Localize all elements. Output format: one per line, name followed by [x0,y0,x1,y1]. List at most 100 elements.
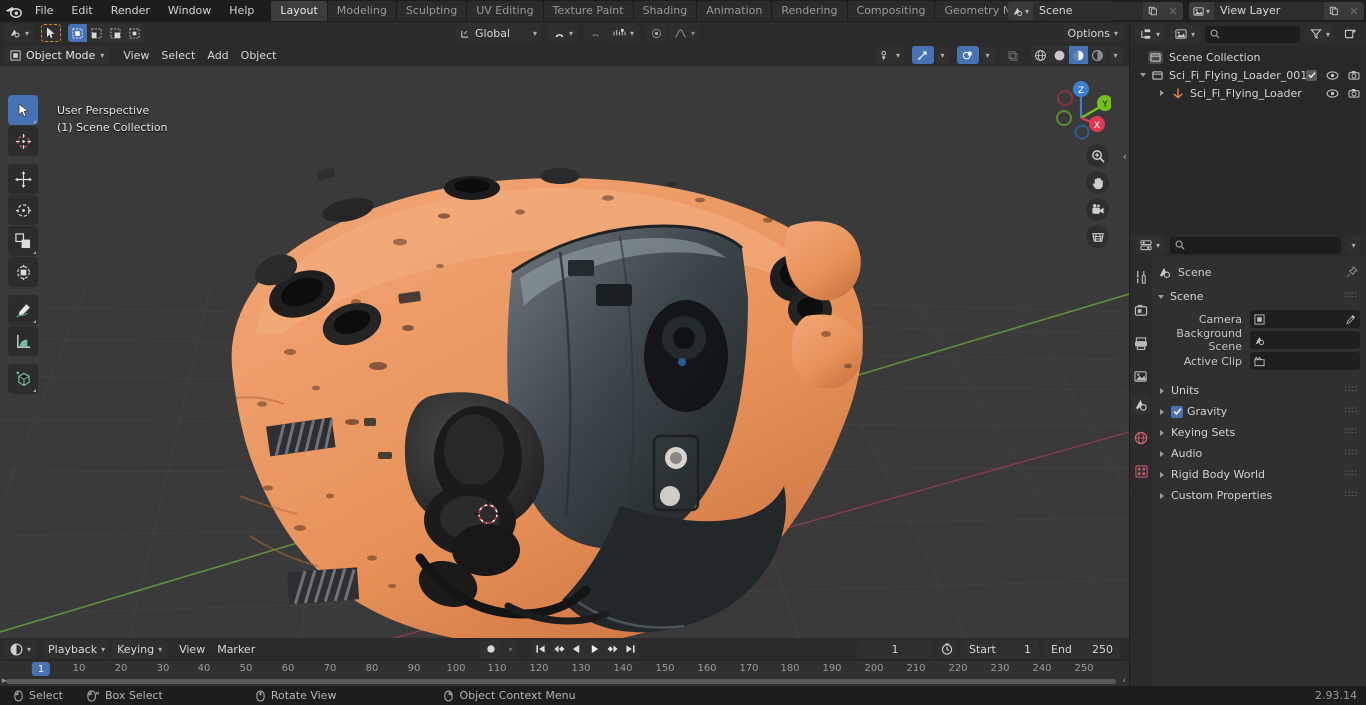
view-layer-selector[interactable]: ▾ View Layer ✕ [1188,2,1364,20]
view-layer-icon[interactable]: ▾ [1188,2,1214,20]
snap-magnet-button[interactable]: ▾ [549,24,579,42]
invert-select-icon[interactable] [125,24,145,42]
unlink-scene-icon[interactable]: ✕ [1162,2,1183,20]
properties-menu-button[interactable]: ▾ [1346,236,1361,254]
outliner-row-scene-collection[interactable]: Scene Collection [1130,48,1366,66]
world-globe-icon[interactable] [1132,429,1150,447]
filter-funnel-icon[interactable]: ▾ [1304,25,1335,43]
eye-icon[interactable] [1326,70,1339,80]
scroll-right-arrow[interactable]: ‹ [1122,676,1126,686]
viewport-menu-view[interactable]: View [117,46,155,64]
prev-keyframe-icon[interactable] [550,640,567,658]
transform-tool[interactable] [8,257,38,287]
pin-icon[interactable] [1346,266,1358,278]
view-layer-images-icon[interactable] [1132,367,1150,385]
annotate-tool[interactable] [8,295,38,325]
object-visibility-icon[interactable]: ▾ [874,46,905,64]
chevron-right-icon[interactable] [1160,90,1164,96]
tab-uv-editing[interactable]: UV Editing [467,1,543,21]
tab-animation[interactable]: Animation [697,1,772,21]
editor-type-selector[interactable]: ▾ [4,24,35,42]
add-cube-tool[interactable] [8,364,38,394]
new-collection-icon[interactable] [1340,25,1361,43]
tweak-select-icon[interactable] [41,24,62,42]
set-select-icon[interactable] [68,24,88,42]
subtract-select-icon[interactable] [106,24,126,42]
scene-panel-header[interactable]: Scene ∷∷ [1158,286,1360,307]
current-frame-field[interactable]: 1 [857,640,933,658]
timeline-scrollbar[interactable]: ▸ ‹ [0,676,1129,686]
object-mode-selector[interactable]: Object Mode ▾ [4,46,111,64]
proportional-falloff-icon[interactable]: ▾ [669,24,701,42]
toggle-perspective-icon[interactable] [1086,225,1109,248]
scale-tool[interactable] [8,226,38,256]
eyedropper-icon[interactable] [1345,314,1356,325]
chevron-down-icon[interactable] [1158,294,1164,299]
rendered-shading-icon[interactable] [1088,46,1107,64]
timeline-menu-view[interactable]: View [173,640,211,658]
panel-keying-sets[interactable]: Keying Sets ∷∷ [1158,422,1360,443]
chevron-down-icon[interactable] [1140,73,1146,77]
outliner-display-icon[interactable]: ▾ [1135,25,1166,43]
background-scene-field[interactable] [1250,331,1360,349]
outliner-search-input[interactable] [1205,25,1300,43]
menu-render[interactable]: Render [102,2,159,20]
material-preview-icon[interactable] [1069,46,1088,64]
timeline-menu-playback[interactable]: Playback ▾ [43,640,111,658]
duplicate-view-layer-icon[interactable] [1324,2,1344,20]
texture-checker-icon[interactable] [1132,462,1150,480]
viewport-menu-select[interactable]: Select [155,46,201,64]
camera-render-icon[interactable] [1348,88,1360,98]
menu-window[interactable]: Window [159,2,220,20]
snap-increment-icon[interactable]: ▾ [608,24,640,42]
panel-gravity[interactable]: Gravity ∷∷ [1158,401,1360,422]
viewport-menu-add[interactable]: Add [201,46,234,64]
play-icon[interactable] [586,640,603,658]
panel-audio[interactable]: Audio ∷∷ [1158,443,1360,464]
transform-orientation-selector[interactable]: Global ▾ [455,24,543,42]
play-reverse-icon[interactable] [568,640,585,658]
outliner-row-collection-001[interactable]: Sci_Fi_Flying_Loader_001 [1130,66,1366,84]
output-printer-icon[interactable] [1132,334,1150,352]
navigation-gizmo[interactable]: Z Y X [1043,74,1111,142]
overlays-icon[interactable] [957,46,979,64]
scene-name[interactable]: Scene [1032,2,1143,20]
tab-rendering[interactable]: Rendering [772,1,847,21]
cursor-tool[interactable] [8,126,38,156]
chevron-right-icon[interactable] [1160,450,1164,457]
end-frame-field[interactable]: End 250 [1043,640,1121,658]
jump-start-icon[interactable] [532,640,549,658]
scene-selector[interactable]: ▾ Scene ✕ [1007,2,1183,20]
chevron-right-icon[interactable] [1160,387,1164,394]
pan-hand-icon[interactable] [1086,171,1109,194]
remove-view-layer-icon[interactable]: ✕ [1344,2,1364,20]
viewport-menu-object[interactable]: Object [235,46,283,64]
menu-file[interactable]: File [26,2,62,20]
start-frame-field[interactable]: Start 1 [961,640,1039,658]
outliner-filter-scene-icon[interactable]: ▾ [1170,25,1201,43]
pivot-point-selector[interactable] [646,24,668,42]
collection-checkbox[interactable] [1306,69,1317,81]
menu-edit[interactable]: Edit [62,2,101,20]
clock-icon[interactable] [937,640,957,658]
gizmo-icon[interactable] [912,46,934,64]
viewport-options-button[interactable]: Options ▾ [1062,24,1123,42]
move-tool[interactable] [8,164,38,194]
view-layer-name[interactable]: View Layer [1214,2,1324,20]
gravity-checkbox[interactable] [1171,405,1183,418]
viewport-canvas[interactable]: User Perspective (1) Scene Collection Z … [0,66,1129,660]
panel-custom-properties[interactable]: Custom Properties ∷∷ [1158,485,1360,506]
timeline-menu-marker[interactable]: Marker [211,640,261,658]
scene-cone-icon[interactable] [1132,396,1150,414]
scene-icon[interactable]: ▾ [1007,2,1033,20]
snap-target-selector[interactable] [585,24,607,42]
camera-view-icon[interactable] [1086,198,1109,221]
overlays-dropdown[interactable]: ▾ [980,46,995,64]
jump-end-icon[interactable] [622,640,639,658]
measure-tool[interactable] [8,326,38,356]
active-clip-field[interactable] [1250,352,1360,370]
tab-layout[interactable]: Layout [271,1,327,21]
panel-units[interactable]: Units ∷∷ [1158,380,1360,401]
camera-render-icon[interactable] [1348,70,1360,80]
render-camera-icon[interactable] [1132,301,1150,319]
